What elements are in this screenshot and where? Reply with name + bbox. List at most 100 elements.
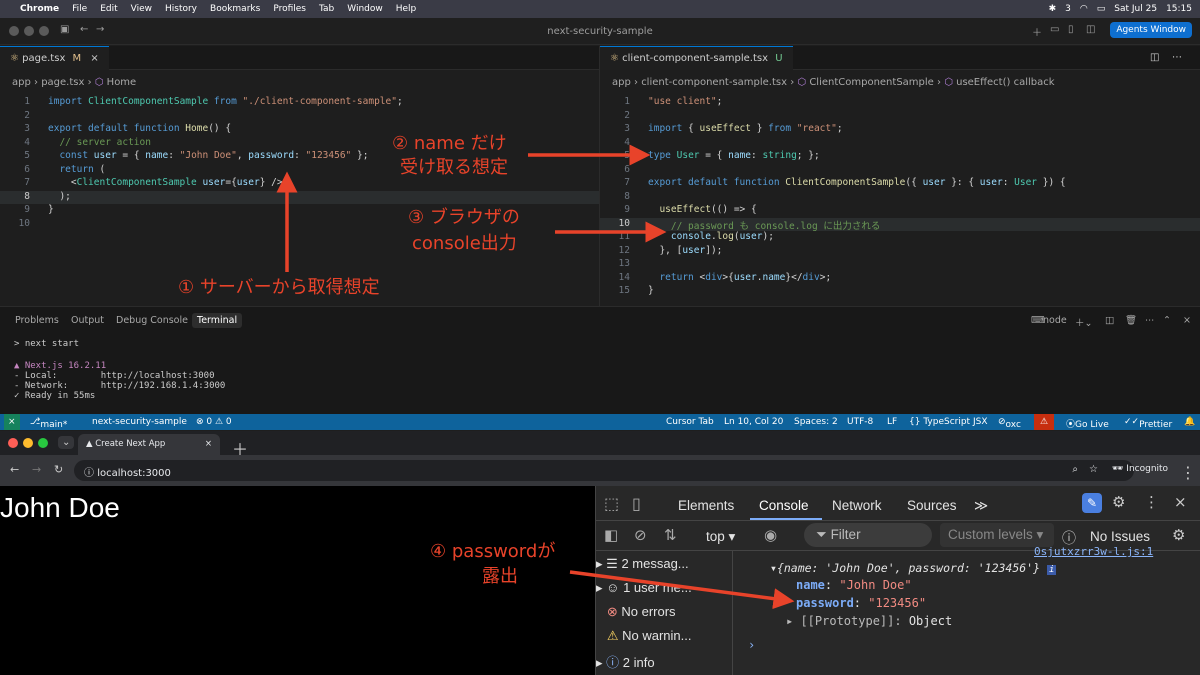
left-code-editor[interactable]: 1 import ClientComponentSample from "./cl…: [0, 96, 600, 306]
wifi-icon[interactable]: ◠: [1080, 4, 1088, 14]
line-number[interactable]: 6: [0, 164, 30, 175]
devtools-tab-elements[interactable]: Elements: [678, 498, 734, 513]
problems-count[interactable]: ⊗ 0 ⚠ 0: [196, 417, 232, 427]
terminal-shell-label[interactable]: node: [1038, 313, 1072, 328]
line-number[interactable]: 12: [600, 245, 630, 256]
sidebar-item-user-messages[interactable]: ▸ ☺ 1 user me...: [596, 580, 732, 596]
breadcrumb-item[interactable]: app: [12, 77, 31, 88]
incognito-badge[interactable]: 🕶 Incognito: [1112, 464, 1168, 474]
bookmark-star-icon[interactable]: ☆: [1089, 464, 1098, 475]
prettier-status[interactable]: ✓✓ Prettier: [1124, 417, 1172, 430]
code-line[interactable]: 6: [600, 164, 1200, 178]
code-line[interactable]: 7 export default function ClientComponent…: [600, 177, 1200, 191]
split-editor-icon[interactable]: ◫: [1150, 52, 1159, 63]
close-tab-icon[interactable]: ×: [90, 53, 98, 64]
code-line[interactable]: 15}: [600, 285, 1200, 299]
address-bar[interactable]: ⓘ localhost:3000 ⌕ ☆: [74, 460, 1134, 481]
language-mode[interactable]: {} TypeScript JSX: [909, 417, 987, 427]
code-line[interactable]: 10 // password も console.log に出力される: [600, 217, 1200, 232]
device-toolbar-icon[interactable]: ▯: [632, 494, 641, 513]
add-icon[interactable]: ＋: [1032, 24, 1042, 39]
code-line[interactable]: 14 return <div>{user.name}</div>;: [600, 272, 1200, 286]
line-number[interactable]: 11: [600, 231, 630, 242]
code-line[interactable]: 6 return (: [0, 164, 600, 178]
tab-page-tsx[interactable]: ⚛ page.tsx M ×: [0, 46, 109, 70]
live-expression-eye-icon[interactable]: ◉: [764, 526, 777, 544]
ai-assistance-icon[interactable]: ✎: [1082, 493, 1102, 513]
code-line[interactable]: 12 }, [user]);: [600, 245, 1200, 259]
line-number[interactable]: 9: [600, 204, 630, 215]
line-number[interactable]: 2: [0, 110, 30, 121]
line-number[interactable]: 7: [600, 177, 630, 188]
code-line[interactable]: 2: [0, 110, 600, 124]
remote-icon[interactable]: ⨯: [4, 414, 20, 430]
code-line[interactable]: 1 import ClientComponentSample from "./cl…: [0, 96, 600, 110]
context-selector[interactable]: top ▾: [706, 529, 735, 545]
line-number[interactable]: 4: [600, 137, 630, 148]
panel-tab-debug-console[interactable]: Debug Console: [111, 313, 193, 328]
line-number[interactable]: 8: [600, 191, 630, 202]
sidebar-item-errors[interactable]: ⊗ No errors: [596, 604, 732, 620]
minimize-window-button[interactable]: [23, 438, 33, 448]
menu-file[interactable]: File: [72, 4, 87, 14]
console-prompt-icon[interactable]: ›: [748, 638, 755, 652]
tab-client-component-sample[interactable]: ⚛ client-component-sample.tsx U: [600, 46, 793, 70]
trash-icon[interactable]: 🗑: [1120, 313, 1142, 328]
breadcrumb-item[interactable]: app: [612, 77, 631, 88]
menu-tab[interactable]: Tab: [319, 4, 334, 14]
close-panel-icon[interactable]: ×: [1178, 313, 1196, 328]
code-line[interactable]: 4 // server action: [0, 137, 600, 151]
console-settings-gear-icon[interactable]: ⚙: [1172, 526, 1185, 544]
devtools-tab-network[interactable]: Network: [832, 498, 882, 513]
golive-button[interactable]: ⦿ Go Live: [1066, 417, 1109, 430]
sidebar-item-messages[interactable]: ▸ ☰ 2 messag...: [596, 556, 732, 572]
line-ending[interactable]: LF: [887, 417, 897, 427]
oxc-status[interactable]: ⊘ oxc: [998, 417, 1021, 430]
panel-tab-output[interactable]: Output: [66, 313, 109, 328]
expand-arrow-icon[interactable]: ▸: [596, 580, 603, 595]
panel-toggle-icon[interactable]: ▯: [1068, 24, 1074, 35]
code-line[interactable]: 4: [600, 137, 1200, 151]
sidebar-item-warnings[interactable]: ⚠ No warnin...: [596, 628, 732, 644]
info-badge-icon[interactable]: i: [1046, 565, 1057, 575]
filter-sort-icon[interactable]: ⇅: [664, 526, 677, 544]
tab-search-icon[interactable]: ⌄: [58, 436, 75, 449]
line-number[interactable]: 15: [600, 285, 630, 296]
inspect-element-icon[interactable]: ⬚: [604, 494, 619, 513]
new-terminal-icon[interactable]: ＋⌄: [1070, 313, 1097, 331]
sidebar-item-info[interactable]: ▸ ⓘ 2 info: [596, 652, 732, 671]
code-line[interactable]: 7 <ClientComponentSample user={user} />: [0, 177, 600, 191]
line-number[interactable]: 1: [600, 96, 630, 107]
warning-icon[interactable]: ⚠: [1034, 414, 1055, 430]
line-number[interactable]: 6: [600, 164, 630, 175]
sidebar-divider[interactable]: [732, 550, 733, 675]
close-devtools-icon[interactable]: ×: [1174, 493, 1187, 511]
chrome-menu-icon[interactable]: ⋮: [1180, 463, 1196, 482]
breadcrumb-item[interactable]: ClientComponentSample: [809, 77, 934, 88]
line-number[interactable]: 5: [600, 150, 630, 161]
settings-gear-icon[interactable]: ⚙: [1112, 493, 1125, 511]
code-line[interactable]: 3 import { useEffect } from "react";: [600, 123, 1200, 137]
code-line[interactable]: 11 console.log(user);: [600, 231, 1200, 245]
breadcrumb-item[interactable]: client-component-sample.tsx: [641, 77, 787, 88]
code-line[interactable]: 1 "use client";: [600, 96, 1200, 110]
expand-arrow-icon[interactable]: ▸: [596, 556, 603, 571]
log-levels-dropdown[interactable]: Custom levels ▾: [940, 523, 1054, 547]
back-arrow-icon[interactable]: ←: [10, 463, 19, 476]
more-actions-icon[interactable]: ⋯: [1172, 52, 1182, 63]
encoding[interactable]: UTF-8: [847, 417, 873, 427]
agents-window-button[interactable]: Agents Window: [1110, 22, 1192, 38]
line-number[interactable]: 9: [0, 204, 30, 215]
right-code-editor[interactable]: 1 "use client"; 2 3 import { useEffect } fro…: [600, 96, 1200, 306]
gear-status-icon[interactable]: ✱: [1049, 4, 1057, 14]
close-tab-icon[interactable]: ×: [205, 439, 212, 449]
notification-bell-icon[interactable]: 🔔: [1184, 417, 1195, 427]
code-line[interactable]: 8: [600, 191, 1200, 205]
site-info-icon[interactable]: ⓘ: [84, 468, 97, 479]
branch-indicator[interactable]: ⎇ main*: [30, 417, 67, 430]
zoom-icon[interactable]: ⌕: [1072, 464, 1078, 475]
code-line[interactable]: 9 useEffect(() => {: [600, 204, 1200, 218]
breadcrumb-item[interactable]: useEffect() callback: [956, 77, 1054, 88]
line-number[interactable]: 10: [0, 218, 30, 229]
line-number[interactable]: 5: [0, 150, 30, 161]
